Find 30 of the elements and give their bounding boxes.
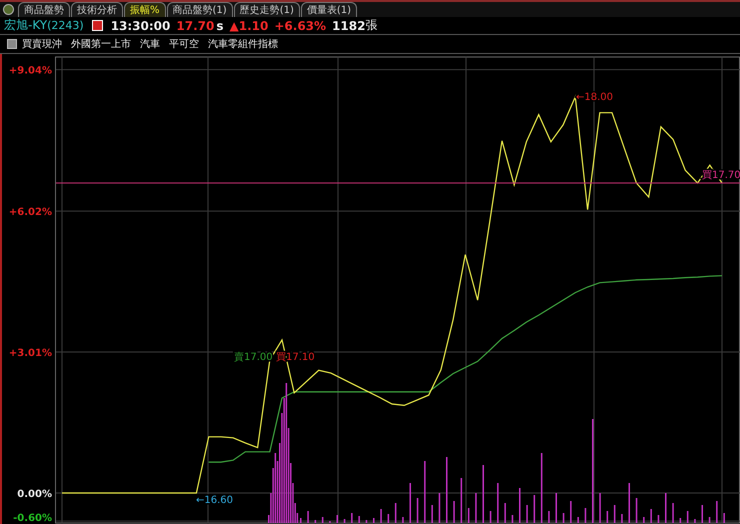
price-annotation: ←16.60 [196, 495, 234, 506]
axis-label: +9.04% [8, 66, 52, 77]
stock-name: 宏旭-KY [4, 17, 48, 34]
stock-tag: 平可空 [169, 37, 199, 51]
stock-tag: 買賣現沖 [22, 37, 62, 51]
tab[interactable]: 商品盤勢(1) [166, 2, 233, 17]
volume-unit: 張 [365, 17, 378, 34]
tab[interactable]: 歷史走勢(1) [234, 2, 300, 17]
axis-label: 0.00% [17, 489, 52, 500]
stock-code: (2243) [47, 19, 84, 32]
price-annotation: ←18.00 [576, 92, 614, 103]
axis-label: -0.60% [13, 513, 52, 524]
quote-time: 13:30:00 [110, 18, 170, 32]
alert-icon [92, 20, 103, 31]
change-percent: +6.63% [274, 18, 326, 32]
trade-side-label: s [216, 18, 224, 32]
stock-tag: 汽車 [140, 37, 160, 51]
axis-label: +6.02% [8, 207, 52, 218]
last-price: 17.70 [176, 18, 214, 32]
axis-label: +3.01% [8, 348, 52, 360]
menu-icon[interactable] [3, 4, 14, 15]
stock-tag: 汽車零組件指標 [208, 37, 278, 51]
price-annotation: 買17.10 [276, 352, 315, 363]
tab[interactable]: 商品盤勢 [18, 2, 70, 17]
stock-tag: 外國第一上市 [71, 37, 131, 51]
volume: 1182 [332, 18, 366, 32]
price-change: ▲1.10 [230, 18, 268, 32]
tab[interactable]: 價量表(1) [300, 2, 358, 17]
tab[interactable]: 振幅% [124, 2, 166, 17]
tab[interactable]: 技術分析 [71, 2, 123, 17]
